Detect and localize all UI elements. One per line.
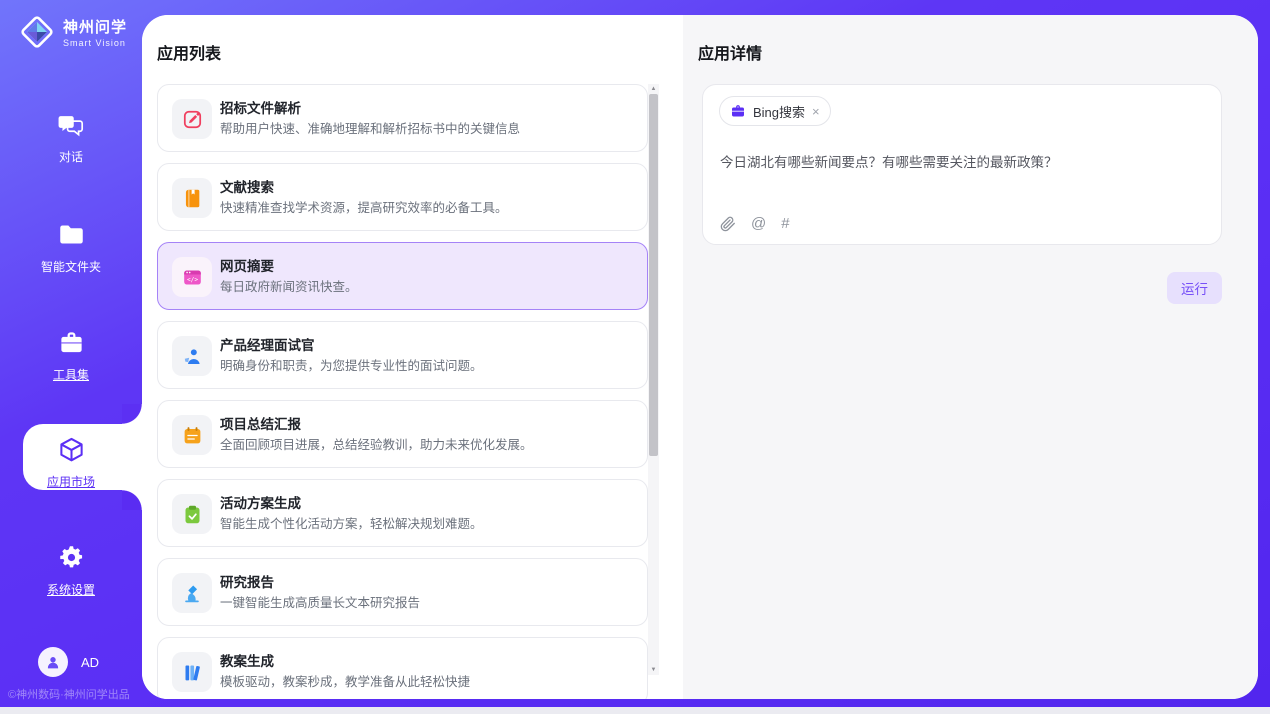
close-icon[interactable]: × <box>812 104 820 119</box>
scroll-up-icon[interactable]: ▲ <box>648 84 659 94</box>
brand-name: 神州问学 <box>63 19 127 36</box>
app-card-title: 项目总结汇报 <box>220 413 301 433</box>
app-card-desc: 智能生成个性化活动方案，轻松解决规划难题。 <box>220 513 483 532</box>
hash-icon[interactable]: # <box>781 215 789 232</box>
toolbox-icon <box>58 329 85 356</box>
app-card-title: 产品经理面试官 <box>220 334 315 354</box>
run-button[interactable]: 运行 <box>1167 272 1222 304</box>
paperclip-icon[interactable] <box>720 216 736 232</box>
sidebar-item-label: 智能文件夹 <box>0 258 142 275</box>
user-account[interactable]: AD <box>38 647 99 677</box>
app-card-title: 教案生成 <box>220 650 274 670</box>
book-icon <box>172 178 212 218</box>
browser-code-icon: </> <box>172 257 212 297</box>
brand-text: 神州问学 Smart Vision <box>63 16 127 48</box>
brand-subtitle: Smart Vision <box>63 38 127 48</box>
app-card-title: 研究报告 <box>220 571 274 591</box>
scroll-down-icon[interactable]: ▼ <box>648 665 659 675</box>
app-card-event-plan[interactable]: 活动方案生成 智能生成个性化活动方案，轻松解决规划难题。 <box>157 479 648 547</box>
svg-text:</>: </> <box>186 276 197 283</box>
app-card-lesson-plan[interactable]: 教案生成 模板驱动，教案秒成，教学准备从此轻松快捷 <box>157 637 648 699</box>
app-card-title: 活动方案生成 <box>220 492 301 512</box>
app-list-title: 应用列表 <box>157 40 221 64</box>
diamond-gem-icon <box>18 13 56 51</box>
app-detail-title: 应用详情 <box>698 40 762 64</box>
app-card-desc: 全面回顾项目进展，总结经验教训，助力未来优化发展。 <box>220 434 533 453</box>
app-card-title: 网页摘要 <box>220 255 274 275</box>
app-list-panel: 应用列表 招标文件解析 帮助用户快速、准确地理解和解析招标书中的关键信息 <box>142 15 683 699</box>
sidebar: 神州问学 Smart Vision 对话 <box>0 0 142 707</box>
app-card-project-summary[interactable]: 项目总结汇报 全面回顾项目进展，总结经验教训，助力未来优化发展。 <box>157 400 648 468</box>
gear-icon <box>58 544 85 571</box>
app-window: 神州问学 Smart Vision 对话 <box>0 0 1270 707</box>
tool-tag-bing-search[interactable]: Bing搜索 × <box>719 96 831 126</box>
app-card-title: 招标文件解析 <box>220 97 301 117</box>
list-scrollbar[interactable]: ▲ ▼ <box>648 84 659 675</box>
chat-icon <box>58 111 85 138</box>
sidebar-item-label: 系统设置 <box>0 581 142 598</box>
app-card-research-report[interactable]: 研究报告 一键智能生成高质量长文本研究报告 <box>157 558 648 626</box>
at-sign-icon[interactable]: @ <box>751 215 766 232</box>
sidebar-item-chat[interactable]: 对话 <box>0 111 142 165</box>
clipboard-check-icon <box>172 494 212 534</box>
calendar-icon <box>172 415 212 455</box>
user-name: AD <box>81 655 99 670</box>
scrollbar-thumb[interactable] <box>649 94 658 456</box>
copyright-text: ©神州数码·神州问学出品 <box>8 686 130 702</box>
main-content: 应用列表 招标文件解析 帮助用户快速、准确地理解和解析招标书中的关键信息 <box>142 15 1258 699</box>
screen: 神州问学 Smart Vision 对话 <box>0 0 1270 714</box>
doc-edit-icon <box>172 99 212 139</box>
sidebar-item-app-market[interactable]: 应用市场 <box>0 436 142 490</box>
person-icon <box>44 653 62 671</box>
briefcase-icon <box>730 103 746 119</box>
sidebar-item-toolset[interactable]: 工具集 <box>0 329 142 383</box>
folder-icon <box>58 221 85 248</box>
app-card-desc: 帮助用户快速、准确地理解和解析招标书中的关键信息 <box>220 118 520 137</box>
input-toolbar: @ # <box>720 215 790 232</box>
sidebar-item-settings[interactable]: 系统设置 <box>0 544 142 598</box>
app-card-bid-analysis[interactable]: 招标文件解析 帮助用户快速、准确地理解和解析招标书中的关键信息 <box>157 84 648 152</box>
books-icon <box>172 652 212 692</box>
app-card-desc: 每日政府新闻资讯快查。 <box>220 276 358 295</box>
avatar <box>38 647 68 677</box>
app-card-desc: 明确身份和职责，为您提供专业性的面试问题。 <box>220 355 483 374</box>
microscope-icon <box>172 573 212 613</box>
interviewer-icon <box>172 336 212 376</box>
prompt-question-text: 今日湖北有哪些新闻要点？有哪些需要关注的最新政策？ <box>720 151 1200 171</box>
app-card-desc: 一键智能生成高质量长文本研究报告 <box>220 592 420 611</box>
app-card-literature-search[interactable]: 文献搜索 快速精准查找学术资源，提高研究效率的必备工具。 <box>157 163 648 231</box>
app-card-title: 文献搜索 <box>220 176 274 196</box>
app-card-desc: 快速精准查找学术资源，提高研究效率的必备工具。 <box>220 197 508 216</box>
brand-logo: 神州问学 Smart Vision <box>18 13 127 51</box>
sidebar-item-label: 工具集 <box>0 366 142 383</box>
app-card-pm-interviewer[interactable]: 产品经理面试官 明确身份和职责，为您提供专业性的面试问题。 <box>157 321 648 389</box>
prompt-input[interactable]: Bing搜索 × 今日湖北有哪些新闻要点？有哪些需要关注的最新政策？ @ # <box>702 84 1222 245</box>
sidebar-item-smart-folders[interactable]: 智能文件夹 <box>0 221 142 275</box>
sidebar-item-label: 对话 <box>0 148 142 165</box>
app-card-web-summary[interactable]: </> 网页摘要 每日政府新闻资讯快查。 <box>157 242 648 310</box>
app-card-list: 招标文件解析 帮助用户快速、准确地理解和解析招标书中的关键信息 文献搜索 <box>157 84 648 699</box>
app-detail-panel: 应用详情 Bing搜索 × 今日湖北有哪些新闻要点？ <box>683 15 1258 699</box>
sidebar-item-label: 应用市场 <box>0 473 142 490</box>
cube-icon <box>58 436 85 463</box>
tag-label: Bing搜索 <box>753 102 805 121</box>
app-card-desc: 模板驱动，教案秒成，教学准备从此轻松快捷 <box>220 671 470 690</box>
